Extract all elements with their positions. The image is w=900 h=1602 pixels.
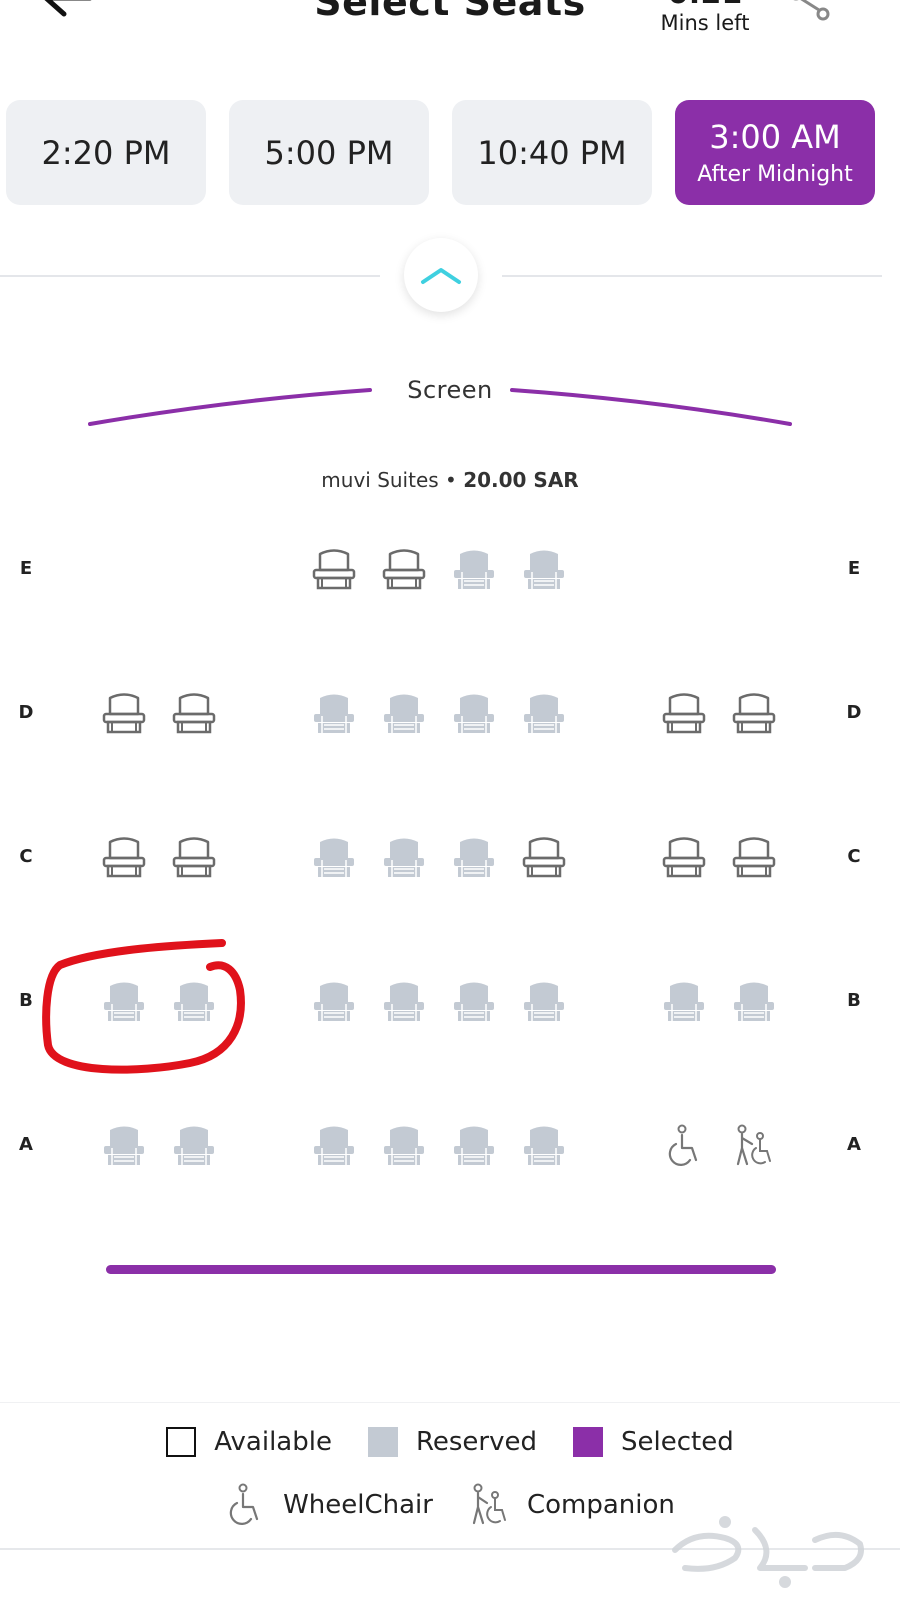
seat-available[interactable] xyxy=(100,692,148,736)
available-swatch xyxy=(166,1427,197,1457)
seat-available[interactable] xyxy=(660,836,708,880)
seat-reserved xyxy=(104,982,144,1021)
timer-label: Mins left xyxy=(660,11,750,35)
seat-available[interactable] xyxy=(730,836,778,880)
timer-value: 0:21 xyxy=(655,0,755,10)
header: Select Seats 0:21 Mins left xyxy=(0,0,900,90)
seat-reserved xyxy=(314,838,354,877)
reserved-swatch xyxy=(367,1427,398,1457)
companion-icon xyxy=(472,1483,506,1525)
countdown-timer: 0:21 Mins left xyxy=(655,0,755,36)
seat-reserved xyxy=(454,694,494,733)
showtime-button-selected[interactable]: 3:00 AM After Midnight xyxy=(675,100,875,205)
legend-selected: Selected xyxy=(572,1427,734,1457)
section-separator: • xyxy=(438,468,464,492)
row-label-c: C xyxy=(19,846,33,867)
seat-reserved xyxy=(524,694,564,733)
showtime-label: 3:00 AM xyxy=(709,118,841,156)
page-title: Select Seats xyxy=(314,0,586,24)
collapse-button[interactable] xyxy=(404,238,478,312)
showtime-label: 5:00 PM xyxy=(264,133,394,172)
seat-reserved xyxy=(524,1126,564,1165)
row-label-b: B xyxy=(847,990,861,1011)
seat-reserved xyxy=(174,1126,214,1165)
screen-label: Screen xyxy=(407,376,493,404)
seat-reserved xyxy=(174,982,214,1021)
showtime-button[interactable]: 10:40 PM xyxy=(452,100,652,205)
row-label-e: E xyxy=(847,558,861,579)
seat-reserved xyxy=(104,1126,144,1165)
showtime-button[interactable]: 2:20 PM xyxy=(6,100,206,205)
chevron-up-icon xyxy=(421,268,461,284)
showtime-button[interactable]: 5:00 PM xyxy=(229,100,429,205)
row-label-d: D xyxy=(18,702,34,723)
seat-reserved xyxy=(454,550,494,589)
seat-available[interactable] xyxy=(660,692,708,736)
showtime-label: 2:20 PM xyxy=(41,133,171,172)
legend-label: WheelChair xyxy=(283,1490,433,1520)
selected-swatch xyxy=(572,1427,603,1457)
row-label-b: B xyxy=(19,990,33,1011)
share-icon[interactable] xyxy=(790,0,840,28)
seat-reserved xyxy=(454,838,494,877)
seat-reserved xyxy=(384,982,424,1021)
seat-reserved xyxy=(384,694,424,733)
section-price: 20.00 SAR xyxy=(463,468,579,492)
showtime-label: 10:40 PM xyxy=(477,133,627,172)
legend-companion: Companion xyxy=(469,1483,675,1527)
seat-reserved xyxy=(384,838,424,877)
seat-available[interactable] xyxy=(100,836,148,880)
legend-label: Reserved xyxy=(415,1427,537,1457)
seat-available[interactable] xyxy=(730,692,778,736)
row-label-a: A xyxy=(847,1134,861,1155)
showtime-sublabel: After Midnight xyxy=(697,162,853,187)
row-label-a: A xyxy=(19,1134,33,1155)
seat-available[interactable] xyxy=(310,548,358,592)
seat-reserved xyxy=(314,982,354,1021)
legend-label: Companion xyxy=(526,1490,675,1520)
seat-available[interactable] xyxy=(380,548,428,592)
row-label-e: E xyxy=(19,558,33,579)
seat-available[interactable] xyxy=(520,836,568,880)
legend-reserved: Reserved xyxy=(367,1427,537,1457)
legend-label: Available xyxy=(214,1427,332,1457)
section-name: muvi Suites xyxy=(321,468,439,492)
wheelchair-icon xyxy=(229,1483,259,1525)
wheelchair-seat-icon[interactable] xyxy=(660,1124,708,1168)
scroll-indicator xyxy=(106,1265,776,1274)
watermark-logo xyxy=(672,1516,864,1588)
companion-seat-icon[interactable] xyxy=(730,1124,778,1168)
legend-row: Available Reserved Selected xyxy=(0,1427,900,1457)
legend-label: Selected xyxy=(620,1427,734,1457)
seat-reserved xyxy=(454,1126,494,1165)
showtime-selector: 2:20 PM 5:00 PM 10:40 PM 3:00 AM After M… xyxy=(6,100,886,206)
seat-reserved xyxy=(314,1126,354,1165)
section-title: muvi Suites • 20.00 SAR xyxy=(0,468,900,492)
row-label-c: C xyxy=(847,846,861,867)
divider xyxy=(502,275,882,277)
seat-reserved xyxy=(524,550,564,589)
seat-reserved xyxy=(664,982,704,1021)
seat-reserved xyxy=(734,982,774,1021)
seat-reserved xyxy=(384,1126,424,1165)
seat-available[interactable] xyxy=(170,836,218,880)
seat-available[interactable] xyxy=(170,692,218,736)
seat-reserved xyxy=(524,982,564,1021)
legend-available: Available xyxy=(166,1427,332,1457)
row-label-d: D xyxy=(846,702,862,723)
seat-reserved xyxy=(454,982,494,1021)
divider xyxy=(0,275,380,277)
legend-wheelchair: WheelChair xyxy=(225,1483,433,1527)
seat-reserved xyxy=(314,694,354,733)
